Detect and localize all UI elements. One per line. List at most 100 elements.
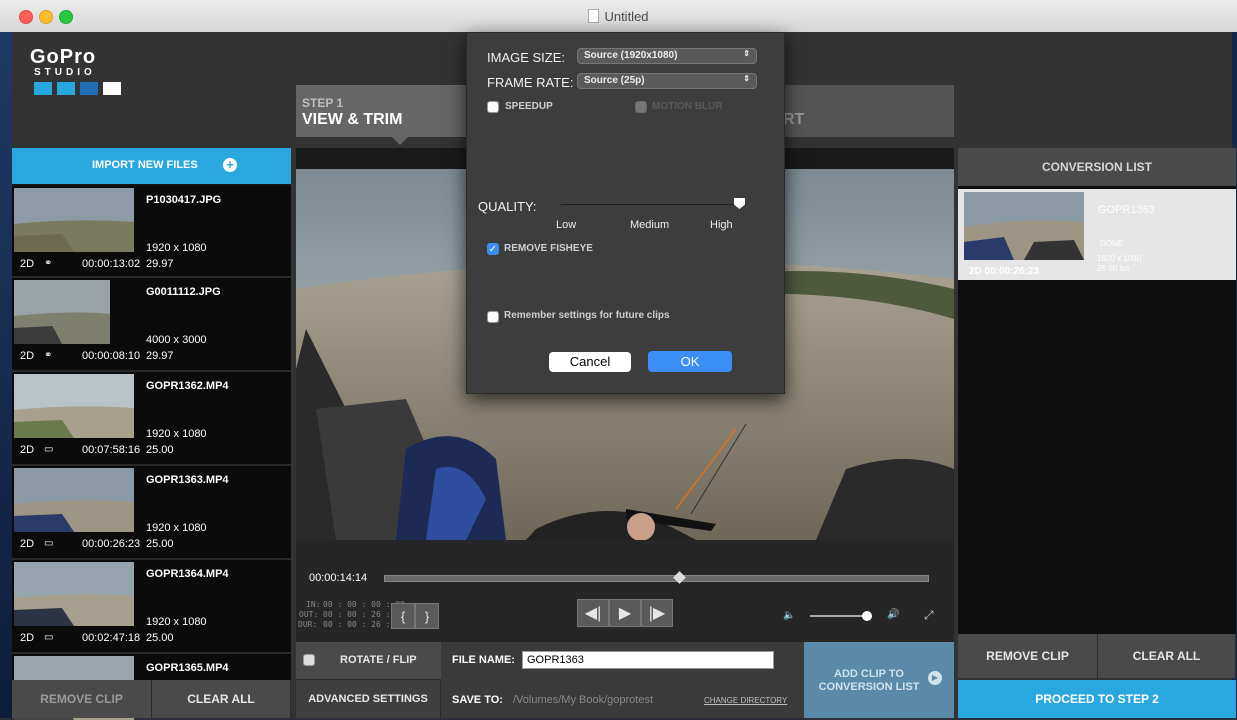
import-new-files-button[interactable]: IMPORT NEW FILES + xyxy=(12,148,291,184)
file-mode: 2D xyxy=(20,444,35,456)
current-time: 00:00:14:14 xyxy=(309,572,368,584)
remember-settings-label: Remember settings for future clips xyxy=(504,310,670,321)
file-fps: 29.97 xyxy=(146,258,174,270)
clear-all-button-left[interactable]: CLEAR ALL xyxy=(152,680,291,718)
file-mode: 2D xyxy=(20,350,35,362)
film-icon: ▭ xyxy=(44,444,54,455)
speedup-checkbox[interactable] xyxy=(487,101,499,113)
file-fps: 25.00 xyxy=(146,444,174,456)
logo-product: STUDIO xyxy=(34,67,96,78)
file-duration: 00:00:13:02 xyxy=(82,258,141,270)
set-out-point-button[interactable]: } xyxy=(415,603,439,629)
remember-settings-checkbox[interactable] xyxy=(487,311,499,323)
quality-slider[interactable] xyxy=(561,204,746,205)
ok-button[interactable]: OK xyxy=(648,351,732,372)
rotate-flip-checkbox[interactable] xyxy=(303,654,315,666)
change-directory-link[interactable]: CHANGE DIRECTORY xyxy=(704,696,787,705)
proceed-to-step2-button[interactable]: PROCEED TO STEP 2 xyxy=(958,680,1236,718)
play-button[interactable]: ▶ xyxy=(609,599,641,627)
fullscreen-icon[interactable]: ⤢ xyxy=(924,608,934,623)
step-back-button[interactable]: ◀| xyxy=(577,599,609,627)
step-back-icon: ◀| xyxy=(584,605,602,622)
remove-clip-button-left[interactable]: REMOVE CLIP xyxy=(12,680,152,718)
volume-low-icon: 🔈 xyxy=(783,610,796,621)
select-arrows-icon: ⇕ xyxy=(743,49,750,58)
file-thumbnail xyxy=(14,468,134,532)
remove-clip-label: REMOVE CLIP xyxy=(40,692,123,706)
file-list-item[interactable]: GOPR1364.MP4 1920 x 1080 2D ▭ 00:02:47:18 25.… xyxy=(12,560,291,654)
file-name-input[interactable] xyxy=(522,651,774,669)
file-thumbnail xyxy=(14,374,134,438)
speedup-label: SPEEDUP xyxy=(505,101,553,112)
add-clip-button[interactable]: ADD CLIP TO CONVERSION LIST ▶ xyxy=(804,642,954,718)
window-title: Untitled xyxy=(0,9,1237,24)
image-size-value: Source (1920x1080) xyxy=(584,50,678,61)
file-mode: 2D xyxy=(20,258,35,270)
file-list-item[interactable]: G0011112.JPG 4000 x 3000 2D ⚭ 00:00:08:10 29.… xyxy=(12,278,291,372)
advanced-settings-button[interactable]: ADVANCED SETTINGS xyxy=(296,680,441,718)
volume-high-icon: 🔊 xyxy=(887,609,900,620)
image-size-label: IMAGE SIZE: xyxy=(487,50,566,65)
file-name: G0011112.JPG xyxy=(146,286,221,298)
logo-square xyxy=(80,82,98,95)
file-list-item[interactable]: GOPR1363.MP4 1920 x 1080 2D ▭ 00:00:26:23 25.… xyxy=(12,466,291,560)
file-thumbnail xyxy=(14,280,110,344)
cancel-button[interactable]: Cancel xyxy=(549,352,631,372)
file-resolution: 1920 x 1080 xyxy=(146,428,207,440)
remove-clip-label: REMOVE CLIP xyxy=(986,649,1069,663)
volume-handle[interactable] xyxy=(862,611,872,621)
conversion-thumb xyxy=(964,192,1084,260)
step1-tab[interactable]: STEP 1 VIEW & TRIM xyxy=(296,85,466,137)
step-forward-button[interactable]: |▶ xyxy=(641,599,673,627)
file-name: P1030417.JPG xyxy=(146,194,222,206)
out-label: OUT: xyxy=(299,610,319,619)
file-duration: 00:00:08:10 xyxy=(82,350,141,362)
quality-slider-handle[interactable] xyxy=(734,198,745,209)
document-icon xyxy=(588,9,600,23)
rotate-flip-label: ROTATE / FLIP xyxy=(340,654,417,666)
logo-brand: GoPro xyxy=(30,46,97,68)
file-list-item[interactable]: P1030417.JPG 1920 x 1080 2D ⚭ 00:00:13:02 29.… xyxy=(12,186,291,278)
conversion-item-resolution: 1920 x 1080 xyxy=(1097,254,1142,263)
file-duration: 00:07:58:16 xyxy=(82,444,141,456)
select-arrows-icon: ⇕ xyxy=(743,74,750,83)
file-resolution: 1920 x 1080 xyxy=(146,616,207,628)
clear-all-label: CLEAR ALL xyxy=(187,692,255,706)
logo-square xyxy=(103,82,121,95)
remove-fisheye-checkbox[interactable]: ✓ xyxy=(487,243,499,255)
remove-fisheye-label: REMOVE FISHEYE xyxy=(504,243,593,254)
file-thumbnail xyxy=(14,188,134,252)
frame-rate-select[interactable]: Source (25p) ⇕ xyxy=(577,73,757,89)
file-resolution: 1920 x 1080 xyxy=(146,522,207,534)
clear-all-label: CLEAR ALL xyxy=(1132,649,1201,663)
image-size-select[interactable]: Source (1920x1080) ⇕ xyxy=(577,48,757,64)
gopro-studio-logo: GoPro STUDIO xyxy=(30,46,96,78)
set-in-point-button[interactable]: { xyxy=(391,603,415,629)
proceed-label: PROCEED TO STEP 2 xyxy=(1035,692,1159,706)
file-name: GOPR1364.MP4 xyxy=(146,568,229,580)
frame-rate-label: FRAME RATE: xyxy=(487,75,574,90)
quality-high-label: High xyxy=(710,219,733,231)
quality-label: QUALITY: xyxy=(478,199,537,214)
file-duration: 00:00:26:23 xyxy=(82,538,141,550)
file-name: GOPR1363.MP4 xyxy=(146,474,229,486)
add-clip-line1: ADD CLIP TO xyxy=(834,668,904,680)
advanced-settings-dialog: IMAGE SIZE: Source (1920x1080) ⇕ FRAME R… xyxy=(466,32,785,394)
clear-all-button-right[interactable]: CLEAR ALL xyxy=(1098,634,1236,678)
step3-title-partial: RT xyxy=(783,111,805,128)
volume-slider[interactable] xyxy=(810,611,872,621)
rotate-flip-button[interactable]: ROTATE / FLIP xyxy=(296,642,441,680)
desktop-edge-left xyxy=(0,32,12,718)
frame-rate-value: Source (25p) xyxy=(584,75,645,86)
arrow-right-icon: ▶ xyxy=(928,671,942,685)
step-forward-icon: |▶ xyxy=(648,605,666,622)
file-fps: 25.00 xyxy=(146,538,174,550)
conversion-list-title: CONVERSION LIST xyxy=(1041,160,1152,174)
plus-icon: + xyxy=(223,158,237,172)
link-icon: ⚭ xyxy=(44,258,53,269)
remove-clip-button-right[interactable]: REMOVE CLIP xyxy=(958,634,1098,678)
timeline-scrubber[interactable] xyxy=(384,571,929,584)
conversion-item[interactable]: GOPR1363 DONE 1920 x 1080 25.00 fps 2D 0… xyxy=(958,189,1236,280)
file-list-item[interactable]: GOPR1362.MP4 1920 x 1080 2D ▭ 00:07:58:16 25.… xyxy=(12,372,291,466)
window-titlebar: Untitled xyxy=(0,0,1237,33)
